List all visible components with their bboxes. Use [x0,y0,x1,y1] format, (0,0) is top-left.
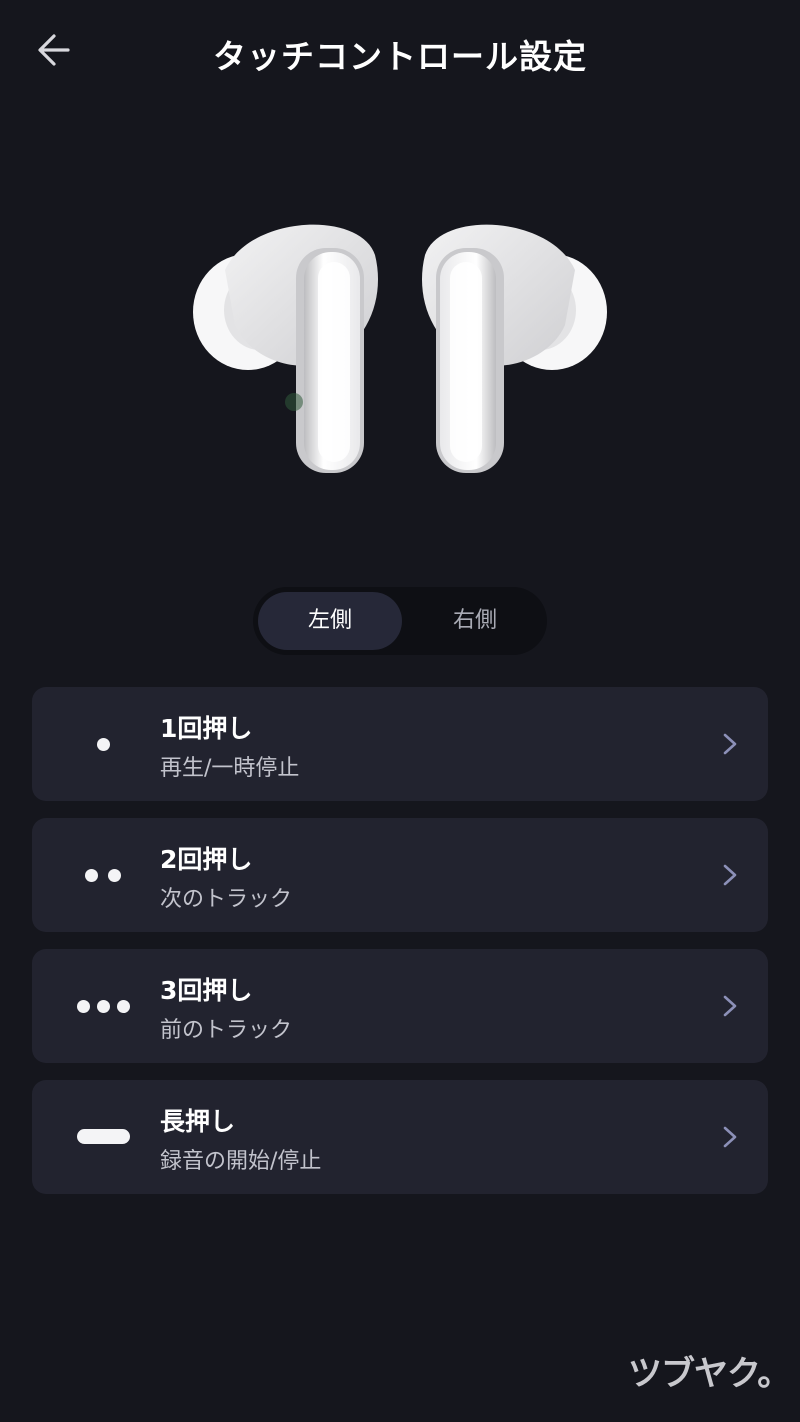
action-title: 3回押し [160,976,253,1005]
action-value: 再生/一時停止 [160,756,300,781]
action-long-press[interactable]: 長押し 録音の開始/停止 [32,1080,768,1194]
chevron-right-icon [723,864,737,886]
action-title: 2回押し [160,845,253,874]
chevron-right-icon [723,1126,737,1148]
tab-right-side[interactable]: 右側 [403,592,547,650]
action-value: 次のトラック [160,887,293,912]
chevron-right-icon [723,995,737,1017]
page-title: タッチコントロール設定 [213,37,587,76]
left-earbud [193,224,378,473]
action-triple-press[interactable]: 3回押し 前のトラック [32,949,768,1063]
touch-action-list: 1回押し 再生/一時停止 2回押し 次のトラック 3回押し 前のトラック 長押し… [32,687,768,1211]
action-title: 1回押し [160,714,253,743]
one-dot-icon [72,687,134,801]
right-earbud [422,224,607,473]
action-title: 長押し [160,1107,236,1136]
tab-left-side[interactable]: 左側 [258,592,402,650]
action-single-press[interactable]: 1回押し 再生/一時停止 [32,687,768,801]
watermark-logo: ツブヤク。 [628,1354,791,1394]
action-double-press[interactable]: 2回押し 次のトラック [32,818,768,932]
three-dots-icon [72,949,134,1063]
side-selector: 左側 右側 [253,587,547,655]
touch-control-settings-screen: タッチコントロール設定 左側 右側 1回押し 再生/一時停止 2回押し 次のトラ… [0,0,800,1422]
two-dots-icon [72,818,134,932]
action-value: 前のトラック [160,1018,293,1043]
earbuds-image [180,210,620,490]
header: タッチコントロール設定 [0,0,800,100]
long-bar-icon [72,1080,134,1194]
chevron-right-icon [723,733,737,755]
action-value: 録音の開始/停止 [160,1149,322,1174]
